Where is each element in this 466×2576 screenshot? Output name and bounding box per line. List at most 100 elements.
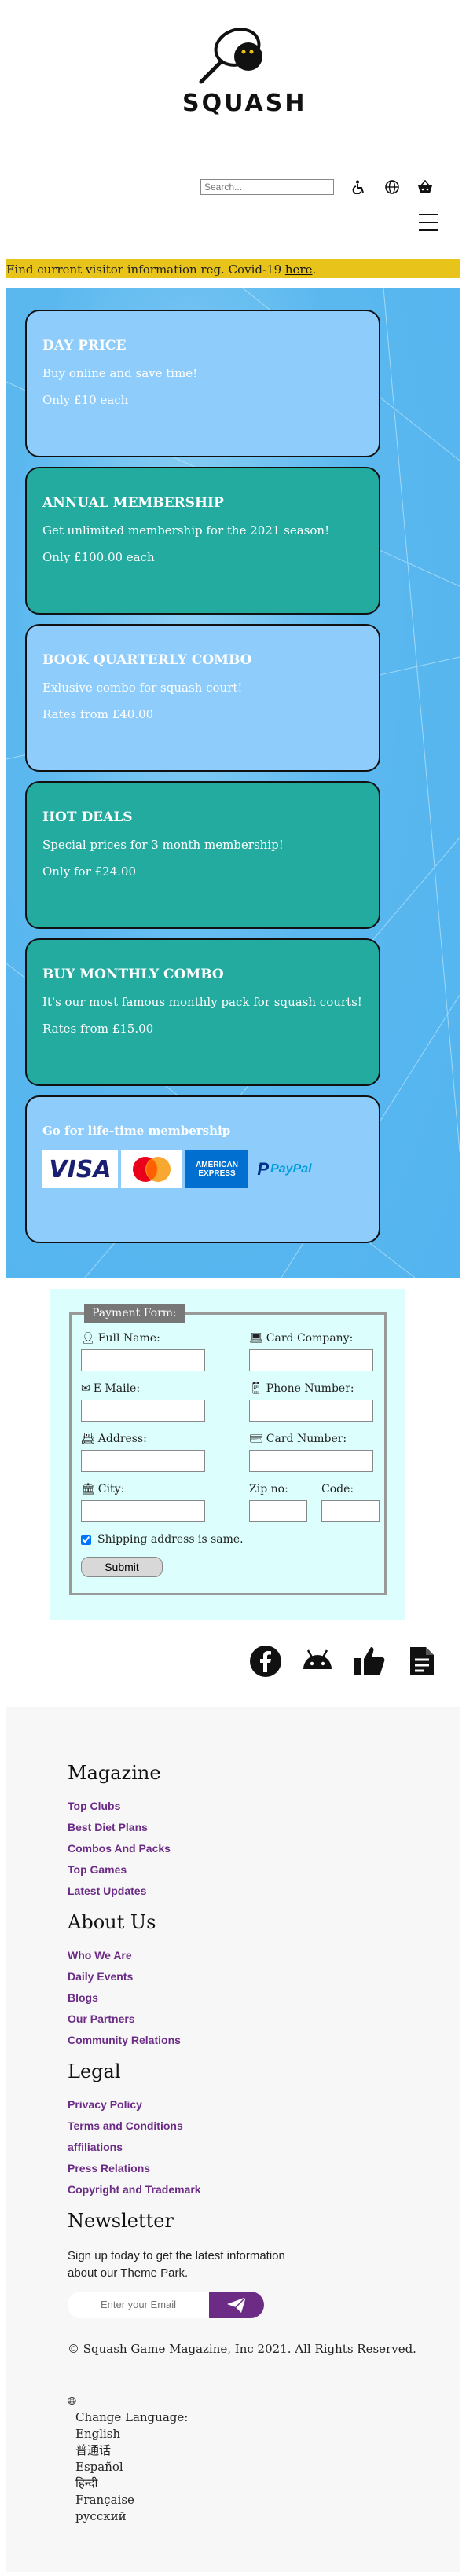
user-icon: 👤︎ bbox=[81, 1332, 95, 1345]
mobile-phone-icon: 📱︎ bbox=[249, 1382, 263, 1395]
envelope-icon: ✉︎ bbox=[81, 1382, 90, 1395]
footer-list-about: Who We Are Daily Events Blogs Our Partne… bbox=[68, 1949, 460, 2046]
language-option-french[interactable]: Française bbox=[75, 2492, 460, 2508]
footer-heading-newsletter: Newsletter bbox=[68, 2210, 174, 2232]
offer-description: Exlusive combo for squash court! bbox=[42, 681, 243, 695]
code-field[interactable] bbox=[321, 1500, 380, 1522]
footer-list-magazine: Top Clubs Best Diet Plans Combos And Pac… bbox=[68, 1800, 460, 1897]
offer-title: BUY MONTHLY COMBO bbox=[42, 967, 224, 982]
footer-link[interactable]: Copyright and Trademark bbox=[68, 2183, 460, 2196]
offer-title: BOOK QUARTERLY COMBO bbox=[42, 652, 252, 668]
full-name-field[interactable] bbox=[81, 1349, 205, 1371]
address-field[interactable] bbox=[81, 1450, 205, 1472]
visa-logo: VISA bbox=[42, 1150, 118, 1188]
card-number-field[interactable] bbox=[249, 1450, 373, 1472]
full-name-label: Full Name: bbox=[97, 1332, 160, 1345]
language-option-english[interactable]: English bbox=[75, 2426, 460, 2442]
paper-plane-icon bbox=[227, 2295, 247, 2313]
footer-link[interactable]: Terms and Conditions bbox=[68, 2119, 460, 2132]
language-option-hindi[interactable]: हिन्दी bbox=[75, 2475, 460, 2492]
language-option-russian[interactable]: русский bbox=[75, 2508, 460, 2525]
document-icon[interactable] bbox=[404, 1644, 438, 1679]
accessibility-icon[interactable] bbox=[351, 179, 367, 195]
city-label: City: bbox=[97, 1483, 125, 1495]
site-logo[interactable]: SQUASH bbox=[182, 24, 307, 117]
footer-link[interactable]: Daily Events bbox=[68, 1970, 460, 1983]
footer-link[interactable]: affiliations bbox=[68, 2141, 460, 2153]
offer-card-monthly-combo[interactable]: BUY MONTHLY COMBO It's our most famous m… bbox=[25, 938, 380, 1086]
offer-price: Rates from £15.00 bbox=[42, 1022, 154, 1036]
amex-logo: AMERICAN EXPRESS bbox=[185, 1150, 248, 1188]
offer-description: It's our most famous monthly pack for sq… bbox=[42, 995, 362, 1009]
footer-list-legal: Privacy Policy Terms and Conditions affi… bbox=[68, 2098, 460, 2196]
offer-price: Only £10 each bbox=[42, 393, 129, 407]
offer-price: Rates from £40.00 bbox=[42, 707, 154, 721]
offer-card-quarterly-combo[interactable]: BOOK QUARTERLY COMBO Exlusive combo for … bbox=[25, 624, 380, 772]
newsletter-form bbox=[68, 2291, 460, 2318]
copyright-text: © Squash Game Magazine, Inc 2021. All Ri… bbox=[68, 2341, 416, 2356]
payment-form-section: Payment Form: 👤︎ Full Name: 💻︎ Card Compan… bbox=[50, 1289, 405, 1620]
offers-section: DAY PRICE Buy online and save time! Only… bbox=[6, 288, 460, 1278]
footer-link[interactable]: Top Clubs bbox=[68, 1800, 460, 1812]
footer-link[interactable]: Who We Are bbox=[68, 1949, 460, 1961]
footer-heading-legal: Legal bbox=[68, 2060, 121, 2082]
credit-card-icon: 💳︎ bbox=[249, 1433, 263, 1445]
logo-text: SQUASH bbox=[182, 90, 307, 117]
city-field[interactable] bbox=[81, 1500, 205, 1522]
footer-link[interactable]: Top Games bbox=[68, 1863, 460, 1876]
language-option-mandarin[interactable]: 普通话 bbox=[75, 2442, 460, 2459]
bank-icon: 🏛︎ bbox=[81, 1483, 95, 1495]
footer-link[interactable]: Privacy Policy bbox=[68, 2098, 460, 2111]
email-field[interactable] bbox=[81, 1400, 205, 1422]
covid-notice-text: Find current visitor information reg. Co… bbox=[6, 262, 285, 277]
laptop-icon: 💻︎ bbox=[249, 1332, 263, 1345]
email-label: E Maile: bbox=[93, 1382, 141, 1395]
footer-link[interactable]: Community Relations bbox=[68, 2034, 460, 2046]
android-icon[interactable] bbox=[300, 1644, 335, 1679]
newsletter-email-input[interactable] bbox=[68, 2291, 209, 2318]
offer-card-day-price[interactable]: DAY PRICE Buy online and save time! Only… bbox=[25, 310, 380, 457]
offer-title: DAY PRICE bbox=[42, 338, 127, 354]
zip-field[interactable] bbox=[249, 1500, 307, 1522]
covid-notice-end: . bbox=[312, 262, 317, 277]
payment-form-legend: Payment Form: bbox=[84, 1304, 185, 1323]
hamburger-menu-icon[interactable] bbox=[419, 214, 438, 231]
phone-field[interactable] bbox=[249, 1400, 373, 1422]
squash-racket-ball-logo bbox=[199, 28, 262, 84]
offer-card-lifetime[interactable]: Go for life-time membership VISA AMERICA… bbox=[25, 1095, 380, 1243]
globe-icon[interactable] bbox=[384, 179, 400, 195]
footer-link[interactable]: Blogs bbox=[68, 1991, 460, 2004]
header-tools bbox=[200, 179, 433, 195]
basket-icon[interactable] bbox=[417, 179, 433, 195]
shipping-same-option[interactable]: Shipping address is same. bbox=[81, 1533, 375, 1546]
facebook-icon[interactable] bbox=[248, 1644, 283, 1679]
offer-title: Go for life-time membership bbox=[42, 1124, 231, 1138]
language-label: Change Language: bbox=[75, 2409, 189, 2424]
language-selector: Change Language: English 普通话 Español हिन… bbox=[68, 2409, 460, 2525]
payment-form: Payment Form: 👤︎ Full Name: 💻︎ Card Compan… bbox=[69, 1304, 387, 1595]
social-icons bbox=[0, 1620, 466, 1707]
card-company-field[interactable] bbox=[249, 1349, 373, 1371]
card-number-label: Card Number: bbox=[266, 1433, 347, 1445]
language-option-spanish[interactable]: Español bbox=[75, 2459, 460, 2475]
address-card-icon: 📇︎ bbox=[81, 1433, 95, 1445]
footer-link[interactable]: Latest Updates bbox=[68, 1884, 460, 1897]
submit-button[interactable]: Submit bbox=[81, 1557, 163, 1577]
covid-notice-link[interactable]: here bbox=[285, 262, 313, 277]
offer-price: Only for £24.00 bbox=[42, 864, 137, 879]
search-input[interactable] bbox=[200, 179, 334, 195]
site-header: SQUASH bbox=[0, 0, 466, 259]
footer-link[interactable]: Press Relations bbox=[68, 2162, 460, 2174]
offer-card-hot-deals[interactable]: HOT DEALS Special prices for 3 month mem… bbox=[25, 781, 380, 929]
card-company-label: Card Company: bbox=[266, 1332, 354, 1345]
shipping-same-checkbox[interactable] bbox=[81, 1534, 91, 1545]
footer-link[interactable]: Combos And Packs bbox=[68, 1842, 460, 1855]
thumbs-up-icon[interactable] bbox=[352, 1644, 387, 1679]
offer-card-annual-membership[interactable]: ANNUAL MEMBERSHIP Get unlimited membersh… bbox=[25, 467, 380, 615]
paypal-logo: P PayPal bbox=[257, 1159, 312, 1179]
footer-link[interactable]: Our Partners bbox=[68, 2013, 460, 2025]
payment-logos: VISA AMERICAN EXPRESS P PayPal bbox=[42, 1150, 363, 1188]
footer-link[interactable]: Best Diet Plans bbox=[68, 1821, 460, 1833]
newsletter-submit-button[interactable] bbox=[209, 2291, 264, 2318]
covid-notice: Find current visitor information reg. Co… bbox=[6, 259, 460, 278]
